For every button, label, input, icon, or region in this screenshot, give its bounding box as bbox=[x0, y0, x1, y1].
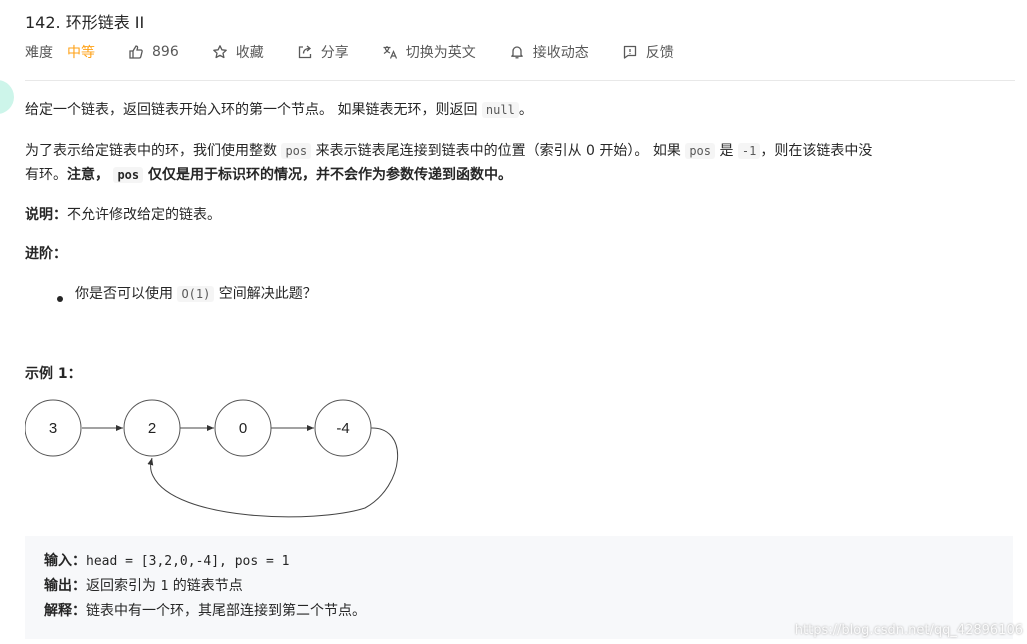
like-count: 896 bbox=[152, 44, 179, 60]
problem-title: 142. 环形链表 II bbox=[25, 13, 145, 32]
note-label: 说明： bbox=[25, 207, 67, 223]
favorite-button[interactable]: 收藏 bbox=[212, 42, 264, 62]
node-value: 3 bbox=[49, 420, 57, 437]
advanced-item: 你是否可以使用 O(1) 空间解决此题？ bbox=[75, 282, 317, 306]
description-text: 是 bbox=[715, 143, 738, 159]
advanced-text: 你是否可以使用 bbox=[75, 286, 178, 302]
difficulty-label: 难度 bbox=[25, 45, 53, 61]
csdn-watermark: https://blog.csdn.net/qq_42896106 bbox=[794, 623, 1023, 638]
bell-icon bbox=[509, 44, 525, 60]
node-value: 2 bbox=[148, 420, 156, 437]
output-text: 返回索引为 bbox=[86, 578, 161, 594]
inline-code-pos: pos bbox=[281, 143, 312, 159]
thumbs-up-icon bbox=[128, 44, 144, 60]
input-value: head = [3,2,0,-4], pos = 1 bbox=[86, 554, 290, 569]
description-paragraph-3: 有环。注意， pos 仅仅是用于标识环的情况，并不会作为参数传递到函数中。 bbox=[25, 163, 512, 187]
side-tab-accent[interactable] bbox=[0, 80, 14, 114]
note-emphasis: 注意， bbox=[67, 167, 109, 183]
node-value: 0 bbox=[239, 420, 247, 437]
explanation-label: 解释： bbox=[44, 603, 86, 619]
translate-button[interactable]: 切换为英文 bbox=[382, 42, 476, 62]
description-paragraph-1: 给定一个链表，返回链表开始入环的第一个节点。 如果链表无环，则返回 null。 bbox=[25, 98, 533, 122]
translate-icon bbox=[382, 44, 398, 60]
inline-code-pos: pos bbox=[113, 167, 144, 183]
example-title: 示例 1： bbox=[25, 362, 82, 386]
difficulty-badge: 中等 bbox=[67, 45, 95, 61]
linked-list-diagram: 3 2 0 -4 bbox=[25, 399, 399, 518]
star-icon bbox=[212, 44, 228, 60]
description-text: 为了表示给定链表中的环，我们使用整数 bbox=[25, 143, 282, 159]
inline-code-minus-one: -1 bbox=[737, 143, 761, 159]
like-button[interactable]: 896 bbox=[128, 44, 179, 60]
feedback-button[interactable]: 反馈 bbox=[622, 42, 674, 62]
description-text: 有环。 bbox=[25, 167, 67, 183]
output-text: 的链表节点 bbox=[168, 578, 243, 594]
output-label: 输出： bbox=[44, 578, 86, 594]
advanced-label: 进阶： bbox=[25, 246, 67, 262]
description-text: 给定一个链表，返回链表开始入环的第一个节点。 如果链表无环，则返回 bbox=[25, 102, 482, 118]
share-icon bbox=[297, 44, 313, 60]
advanced-heading: 进阶： bbox=[25, 242, 67, 266]
example-input: 输入：head = [3,2,0,-4], pos = 1 bbox=[44, 550, 290, 573]
inline-code-pos: pos bbox=[685, 143, 715, 159]
favorite-label: 收藏 bbox=[235, 45, 264, 61]
note-emphasis: 仅仅是用于标识环的情况，并不会作为参数传递到函数中。 bbox=[143, 167, 513, 183]
description-paragraph-2: 为了表示给定链表中的环，我们使用整数 pos 来表示链表尾连接到链表中的位置（索… bbox=[25, 139, 872, 163]
description-text: 来表示链表尾连接到链表中的位置（索引从 0 开始）。 如果 bbox=[311, 143, 686, 159]
input-label: 输入： bbox=[44, 553, 86, 569]
feedback-label: 反馈 bbox=[645, 45, 674, 61]
note-text: 不允许修改给定的链表。 bbox=[67, 207, 221, 223]
subscribe-label: 接收动态 bbox=[532, 45, 589, 61]
example-title-text: 示例 1： bbox=[25, 366, 82, 382]
node-value: -4 bbox=[336, 420, 349, 437]
example-output: 输出：返回索引为 1 的链表节点 bbox=[44, 575, 243, 598]
problem-meta-bar: 难度 中等 896 收藏 分享 切换为英文 接收动态 反馈 bbox=[25, 42, 674, 62]
feedback-icon bbox=[622, 44, 638, 60]
translate-label: 切换为英文 bbox=[405, 45, 476, 61]
note-paragraph: 说明：不允许修改给定的链表。 bbox=[25, 203, 221, 227]
advanced-text: 空间解决此题？ bbox=[214, 286, 317, 302]
subscribe-button[interactable]: 接收动态 bbox=[509, 42, 589, 62]
share-button[interactable]: 分享 bbox=[297, 42, 349, 62]
inline-code-o1: O(1) bbox=[177, 286, 215, 302]
explanation-text: 链表中有一个环，其尾部连接到第二个节点。 bbox=[86, 603, 366, 619]
description-text: 。 bbox=[518, 102, 533, 118]
share-label: 分享 bbox=[320, 45, 349, 61]
list-bullet bbox=[57, 296, 63, 302]
example-explanation: 解释：链表中有一个环，其尾部连接到第二个节点。 bbox=[44, 600, 366, 622]
description-text: ，则在该链表中没 bbox=[760, 143, 873, 159]
header-divider bbox=[25, 80, 1015, 81]
inline-code-null: null bbox=[481, 102, 519, 118]
